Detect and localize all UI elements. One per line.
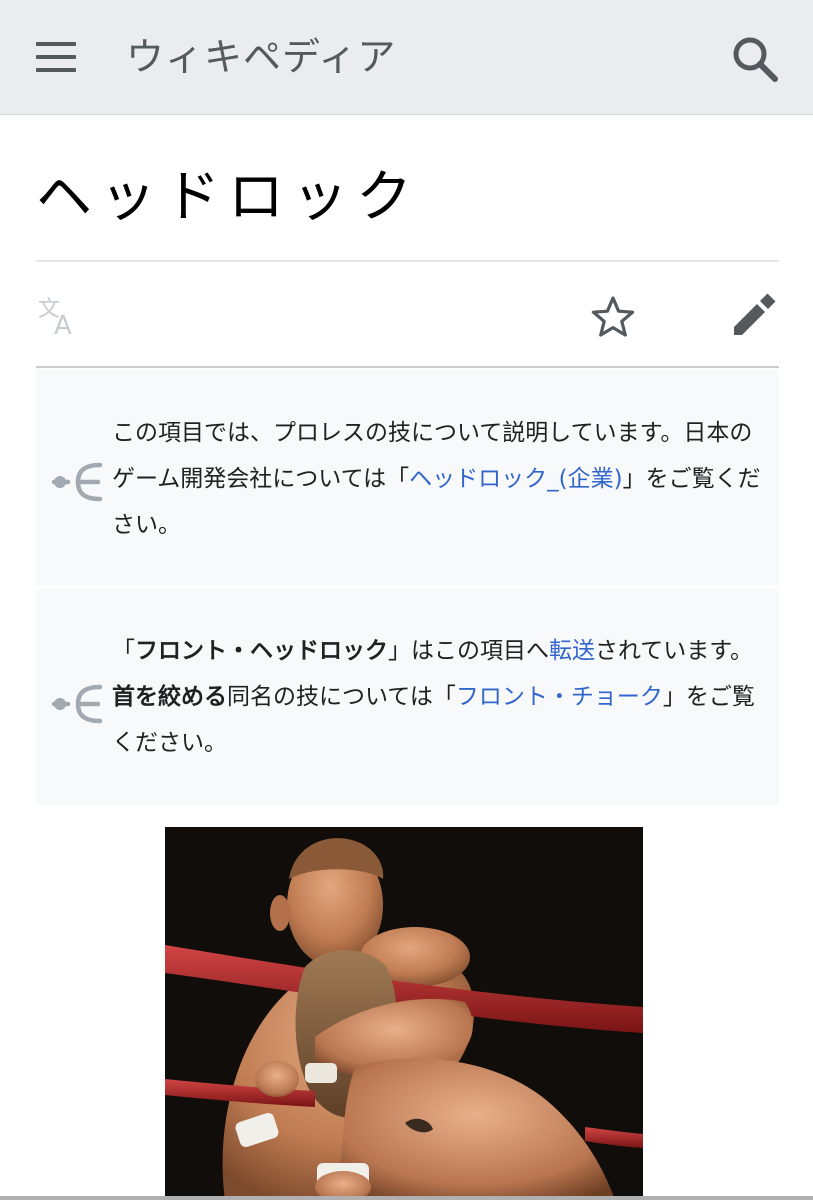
hatnote: 「フロント・ヘッドロック」はこの項目へ転送されています。首を絞める同名の技につい…: [36, 589, 779, 805]
hatnote-link-redirect[interactable]: 転送: [549, 638, 595, 664]
hatnote-text-segment: 同名の技については「: [227, 684, 456, 710]
hatnote-link-headlock-company[interactable]: ヘッドロック_(企業): [409, 466, 622, 492]
actions-divider: [36, 366, 779, 368]
pencil-icon[interactable]: [729, 292, 777, 340]
hatnote: この項目では、プロレスの技について説明しています。日本のゲーム開発会社については…: [36, 369, 779, 585]
disambiguation-icon: [51, 459, 103, 503]
hamburger-menu-icon[interactable]: [36, 40, 76, 74]
hatnote-link-front-choke[interactable]: フロント・チョーク: [456, 684, 663, 710]
hatnote-text: この項目では、プロレスの技について説明しています。日本のゲーム開発会社については…: [112, 410, 762, 548]
screen-bottom-edge: [0, 1196, 813, 1200]
hatnote-text-segment: 「: [112, 638, 135, 664]
hatnote-text-segment: されています。: [595, 638, 754, 664]
site-header: ウィキペディア: [0, 0, 813, 115]
svg-text:A: A: [54, 311, 72, 338]
star-icon[interactable]: [590, 294, 636, 340]
language-icon[interactable]: 文 A: [38, 294, 84, 341]
hatnote-text-segment: 」はこの項目へ: [388, 638, 549, 664]
hatnote-bold-choke: 首を絞める: [112, 684, 227, 710]
page-title: ヘッドロック: [36, 165, 420, 230]
site-title[interactable]: ウィキペディア: [126, 30, 396, 84]
hatnote-bold-front-headlock: フロント・ヘッドロック: [135, 638, 388, 664]
title-divider: [36, 260, 779, 262]
search-icon[interactable]: [728, 32, 782, 86]
disambiguation-icon: [51, 681, 103, 725]
article-image[interactable]: [165, 827, 643, 1200]
hatnote-text: 「フロント・ヘッドロック」はこの項目へ転送されています。首を絞める同名の技につい…: [112, 628, 762, 766]
article-page: ウィキペディア ヘッドロック 文 A この項目では、プロレスの技について説明して…: [0, 0, 813, 1200]
